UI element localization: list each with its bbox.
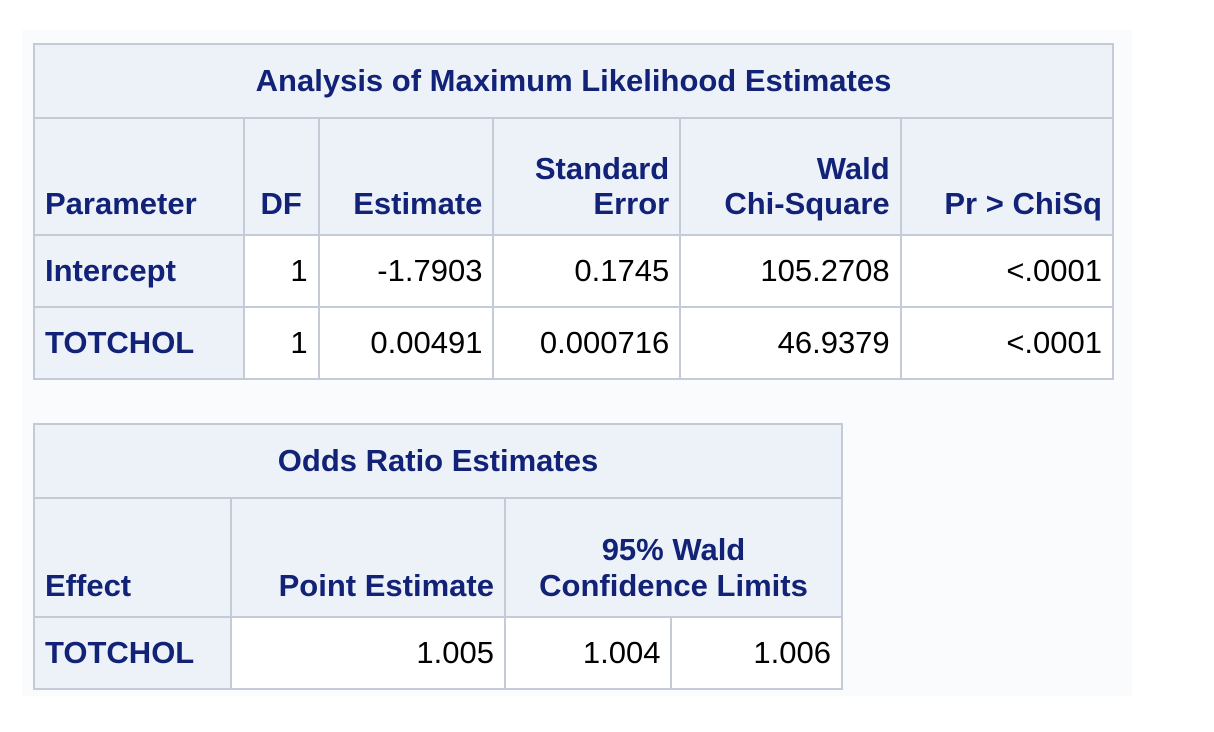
cell-wald-chisq: 105.2708	[679, 234, 902, 308]
col-header-estimate: Estimate	[317, 117, 495, 236]
cell-df: 1	[242, 306, 320, 380]
cell-std-error: 0.000716	[492, 306, 682, 380]
ci-header-line1: 95% Wald	[503, 497, 844, 568]
table-row: Intercept 1 -1.7903 0.1745 105.2708 <.00…	[33, 234, 1115, 308]
row-label-intercept: Intercept	[33, 234, 245, 308]
col-header-p-value: Pr > ChiSq	[899, 117, 1115, 236]
col-header-std-error: Standard Error	[492, 117, 682, 236]
col-header-point-estimate: Point Estimate	[229, 497, 506, 618]
col-header-effect: Effect	[33, 497, 232, 618]
cell-estimate: 0.00491	[317, 306, 495, 380]
std-error-line2: Error	[593, 186, 670, 222]
table-row: TOTCHOL 1 0.00491 0.000716 46.9379 <.000…	[33, 306, 1115, 380]
table-row: TOTCHOL 1.005 1.004 1.006	[33, 615, 843, 690]
mle-title-row: Analysis of Maximum Likelihood Estimates	[33, 43, 1114, 119]
cell-lower-limit: 1.004	[503, 615, 673, 690]
or-table-title: Odds Ratio Estimates	[33, 423, 843, 499]
odds-ratio-table: Odds Ratio Estimates Effect Point Estima…	[33, 423, 844, 690]
cell-df: 1	[242, 234, 320, 308]
col-header-parameter: Parameter	[33, 117, 245, 236]
std-error-line1: Standard	[534, 150, 670, 186]
or-header-row: Effect Point Estimate 95% Wald	[33, 497, 844, 618]
cell-p-value: <.0001	[899, 234, 1115, 308]
cell-estimate: -1.7903	[317, 234, 495, 308]
wald-line2: Chi-Square	[724, 186, 890, 222]
col-header-wald-chisq: Wald Chi-Square	[679, 117, 902, 236]
cell-std-error: 0.1745	[492, 234, 682, 308]
or-title-row: Odds Ratio Estimates	[33, 423, 843, 499]
cell-wald-chisq: 46.9379	[679, 306, 902, 380]
mle-table-title: Analysis of Maximum Likelihood Estimates	[33, 43, 1114, 119]
mle-table: Analysis of Maximum Likelihood Estimates…	[33, 43, 1115, 380]
ci-header-line2: Confidence Limits	[503, 568, 844, 618]
col-header-df: DF	[242, 117, 320, 236]
cell-upper-limit: 1.006	[670, 615, 843, 690]
mle-header-row: Parameter DF Estimate Standard Error Wal…	[33, 117, 1115, 236]
row-label-totchol: TOTCHOL	[33, 306, 245, 380]
cell-point-estimate: 1.005	[229, 615, 506, 690]
wald-line1: Wald	[816, 150, 890, 186]
cell-p-value: <.0001	[899, 306, 1115, 380]
row-label-effect: TOTCHOL	[33, 615, 232, 690]
